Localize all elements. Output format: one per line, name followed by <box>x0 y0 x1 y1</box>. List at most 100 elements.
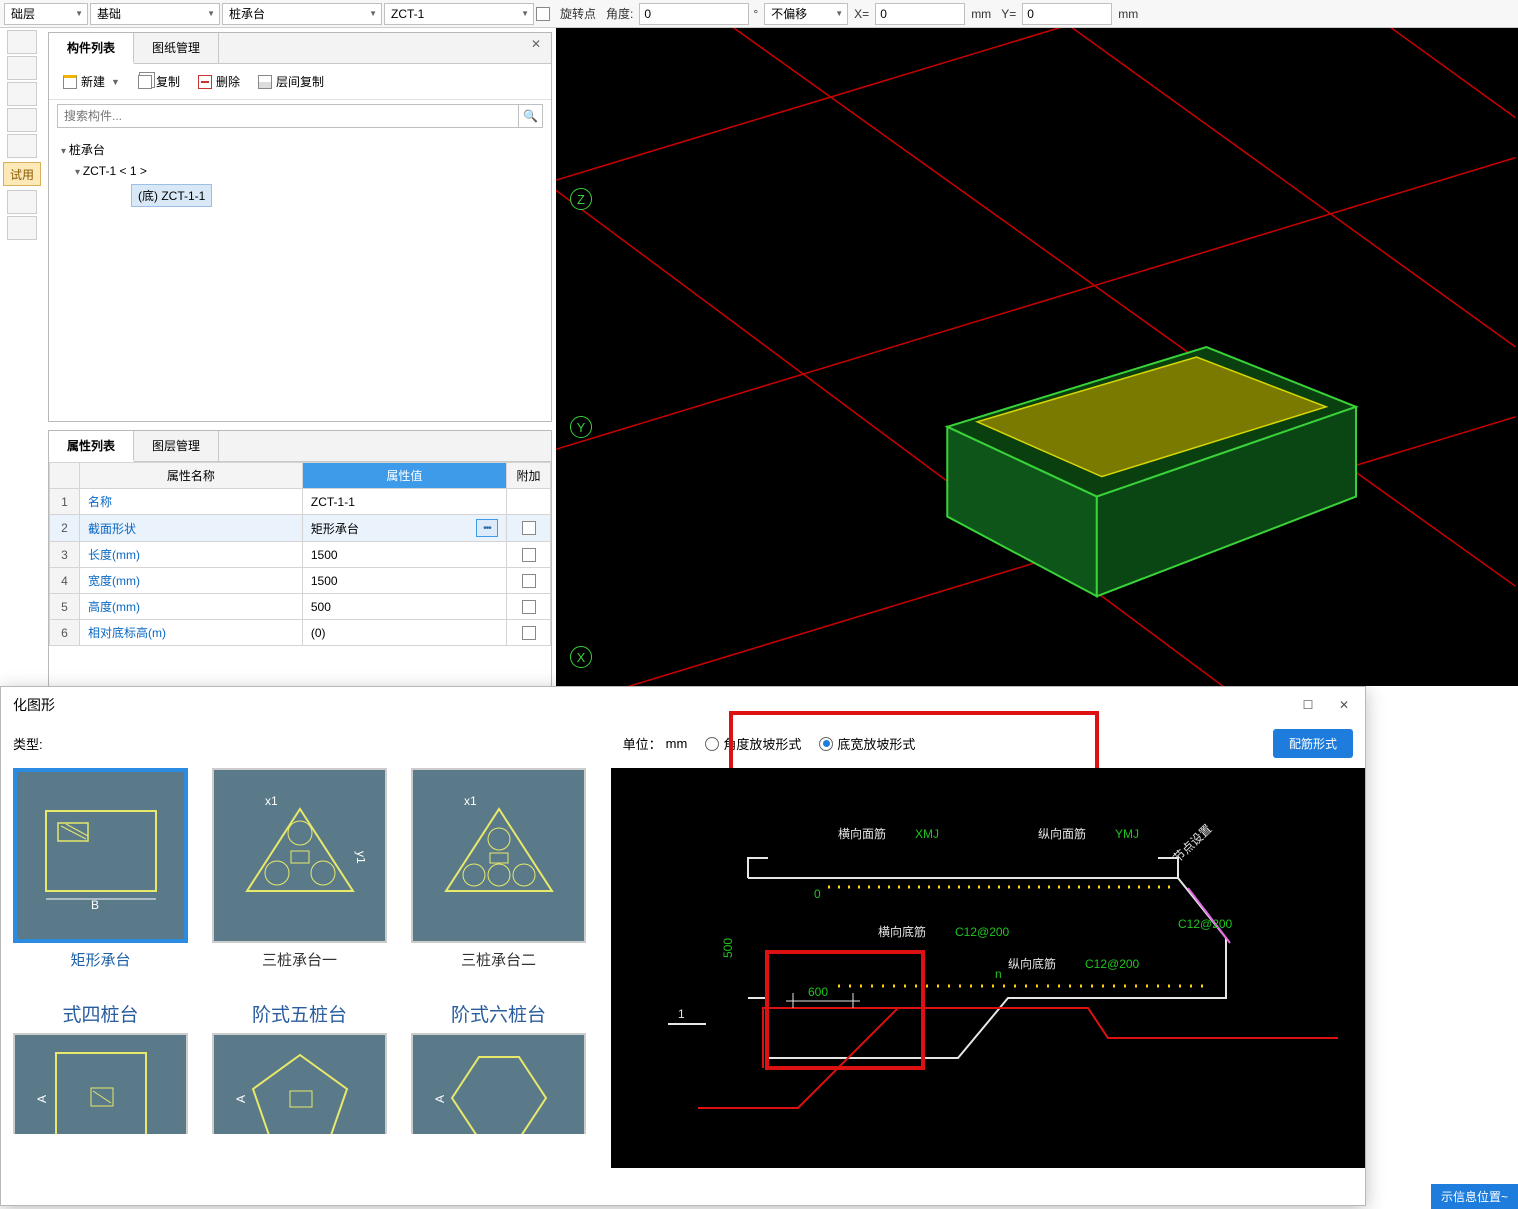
zero-label: 0 <box>814 887 821 901</box>
tab-layer-manage[interactable]: 图层管理 <box>134 431 219 461</box>
copy-button[interactable]: 复制 <box>132 70 186 93</box>
radio-width-slope[interactable] <box>819 737 833 751</box>
col-num <box>50 463 80 489</box>
svg-text:A: A <box>36 1095 49 1103</box>
tab-property-list[interactable]: 属性列表 <box>49 431 134 462</box>
left-strip-btn-4[interactable] <box>7 108 37 132</box>
left-strip-btn-5[interactable] <box>7 134 37 158</box>
extra-checkbox[interactable] <box>522 626 536 640</box>
prop-value: 矩形承台 <box>311 520 359 537</box>
table-row[interactable]: 3 长度(mm) 1500 <box>50 542 551 568</box>
rotate-label: 旋转点 <box>556 5 600 22</box>
svg-text:y1: y1 <box>354 851 365 864</box>
more-icon[interactable]: ••• <box>476 519 498 537</box>
viewport-3d[interactable]: Z Y X <box>556 28 1518 686</box>
left-strip-btn-6[interactable] <box>7 190 37 214</box>
section-drawing: 横向面筋 XMJ 纵向面筋 YMJ 节点设置 横向底筋 C12@200 纵向底筋… <box>611 768 1365 1168</box>
table-row[interactable]: 4 宽度(mm) 1500 <box>50 568 551 594</box>
extra-cell[interactable] <box>507 620 551 646</box>
dim-1: 1 <box>678 1007 685 1021</box>
col-value[interactable]: 属性值 <box>302 463 506 489</box>
col-name[interactable]: 属性名称 <box>80 463 303 489</box>
shape-thumb[interactable]: 阶式六桩台A <box>411 994 586 1134</box>
mm-label-2: mm <box>1114 7 1142 21</box>
shape-thumbnails: B矩形承台x1y1三桩承台一x1三桩承台二式四桩台A阶式五桩台A阶式六桩台A <box>1 768 611 1168</box>
extra-checkbox[interactable] <box>522 574 536 588</box>
table-row[interactable]: 2 截面形状 矩形承台 ••• <box>50 515 551 542</box>
radio-angle-slope[interactable] <box>705 737 719 751</box>
floor-dropdown[interactable]: 础层 <box>4 3 88 25</box>
row-num: 5 <box>50 594 80 620</box>
shape-thumb[interactable]: 阶式五桩台A <box>212 994 387 1134</box>
copy-label: 复制 <box>156 73 180 90</box>
thumb-image: A <box>13 1033 188 1134</box>
delete-button[interactable]: 删除 <box>192 70 246 93</box>
extra-cell[interactable] <box>507 594 551 620</box>
row-num: 2 <box>50 515 80 542</box>
left-strip-btn-3[interactable] <box>7 82 37 106</box>
dialog-close-icon[interactable]: ✕ <box>1335 696 1353 714</box>
thumb-caption: 式四桩台 <box>13 1000 188 1027</box>
rebar-form-button[interactable]: 配筋形式 <box>1273 729 1353 758</box>
left-strip-btn-1[interactable] <box>7 30 37 54</box>
extra-cell[interactable] <box>507 489 551 515</box>
thumb-caption: 三桩承台一 <box>212 949 387 970</box>
tab-drawing-manage[interactable]: 图纸管理 <box>134 33 219 63</box>
property-table: 属性名称 属性值 附加 1 名称 ZCT-1-1 2 截面形状 矩形承台 ••• … <box>49 462 551 646</box>
category-dropdown[interactable]: 桩承台 <box>222 3 382 25</box>
extra-cell[interactable] <box>507 542 551 568</box>
name-dropdown[interactable]: ZCT-1 <box>384 3 534 25</box>
layer-copy-button[interactable]: 层间复制 <box>252 70 330 93</box>
table-row[interactable]: 1 名称 ZCT-1-1 <box>50 489 551 515</box>
thumb-image: A <box>212 1033 387 1134</box>
left-strip: 试用 <box>0 28 44 558</box>
prop-value: 1500 <box>302 568 506 594</box>
tree-child[interactable]: ZCT-1 < 1 > <box>75 161 539 181</box>
left-strip-btn-7[interactable] <box>7 216 37 240</box>
prop-value: ZCT-1-1 <box>302 489 506 515</box>
corner-label: 节点设置 <box>1170 822 1214 865</box>
col-extra[interactable]: 附加 <box>507 463 551 489</box>
shape-thumb[interactable]: 式四桩台 A <box>13 994 188 1134</box>
prop-name: 截面形状 <box>80 515 303 542</box>
trial-button[interactable]: 试用 <box>3 162 41 186</box>
left-strip-btn-2[interactable] <box>7 56 37 80</box>
extra-checkbox[interactable] <box>522 521 536 535</box>
component-tree: 桩承台 ZCT-1 < 1 > (底) ZCT-1-1 <box>49 132 551 216</box>
right-code: C12@200 <box>1178 917 1233 931</box>
x-input[interactable] <box>875 3 965 25</box>
maximize-icon[interactable]: ☐ <box>1299 696 1317 714</box>
hx-bot-label: 横向底筋 <box>878 924 926 939</box>
extra-cell[interactable] <box>507 568 551 594</box>
status-bar: 示信息位置~ <box>1431 1184 1518 1209</box>
tree-root[interactable]: 桩承台 <box>61 138 539 161</box>
table-row[interactable]: 5 高度(mm) 500 <box>50 594 551 620</box>
rotate-checkbox[interactable] <box>536 7 550 21</box>
tree-child-label: ZCT-1 < 1 > <box>83 164 147 178</box>
shape-thumb[interactable]: x1y1三桩承台一 <box>212 768 387 970</box>
new-button[interactable]: 新建▼ <box>57 70 126 93</box>
search-button[interactable]: 🔍 <box>519 104 543 128</box>
type-dropdown[interactable]: 基础 <box>90 3 220 25</box>
y-input[interactable] <box>1022 3 1112 25</box>
radio-angle-label: 角度放坡形式 <box>723 734 801 753</box>
table-row[interactable]: 6 相对底标高(m) (0) <box>50 620 551 646</box>
offset-dropdown[interactable]: 不偏移 <box>764 3 848 25</box>
search-input[interactable] <box>57 104 519 128</box>
extra-checkbox[interactable] <box>522 600 536 614</box>
component-toolbar: 新建▼ 复制 删除 层间复制 <box>49 64 551 100</box>
hx-bot-code: C12@200 <box>955 925 1010 939</box>
close-icon[interactable]: ✕ <box>521 33 551 63</box>
mm-label-1: mm <box>967 7 995 21</box>
extra-cell[interactable] <box>507 515 551 542</box>
property-tbody: 1 名称 ZCT-1-1 2 截面形状 矩形承台 ••• 3 长度(mm) 150… <box>50 489 551 646</box>
tree-leaf[interactable]: (底) ZCT-1-1 <box>131 181 539 210</box>
tab-component-list[interactable]: 构件列表 <box>49 33 134 64</box>
shape-thumb[interactable]: x1三桩承台二 <box>411 768 586 970</box>
angle-input[interactable] <box>639 3 749 25</box>
prop-value: (0) <box>302 620 506 646</box>
h-label: 500 <box>721 938 735 958</box>
extra-checkbox[interactable] <box>522 548 536 562</box>
y-label: Y= <box>997 7 1020 21</box>
shape-thumb[interactable]: B矩形承台 <box>13 768 188 970</box>
